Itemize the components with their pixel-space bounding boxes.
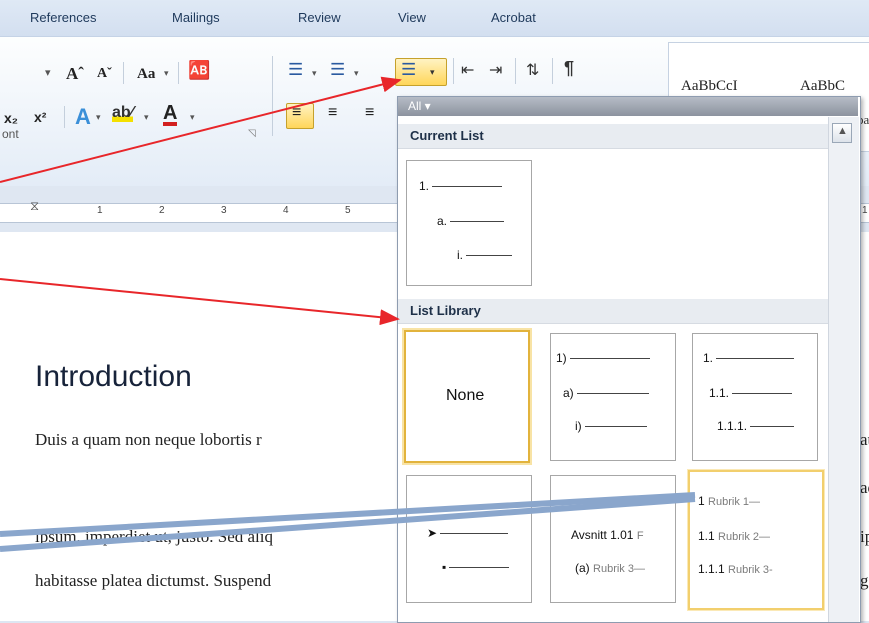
arrow-to-list-library xyxy=(0,278,400,326)
arrow-to-multilevel-button xyxy=(0,76,402,183)
annotation-overlay xyxy=(0,76,696,552)
pointer-line-upper xyxy=(0,492,696,537)
pointer-line-lower xyxy=(0,496,696,552)
